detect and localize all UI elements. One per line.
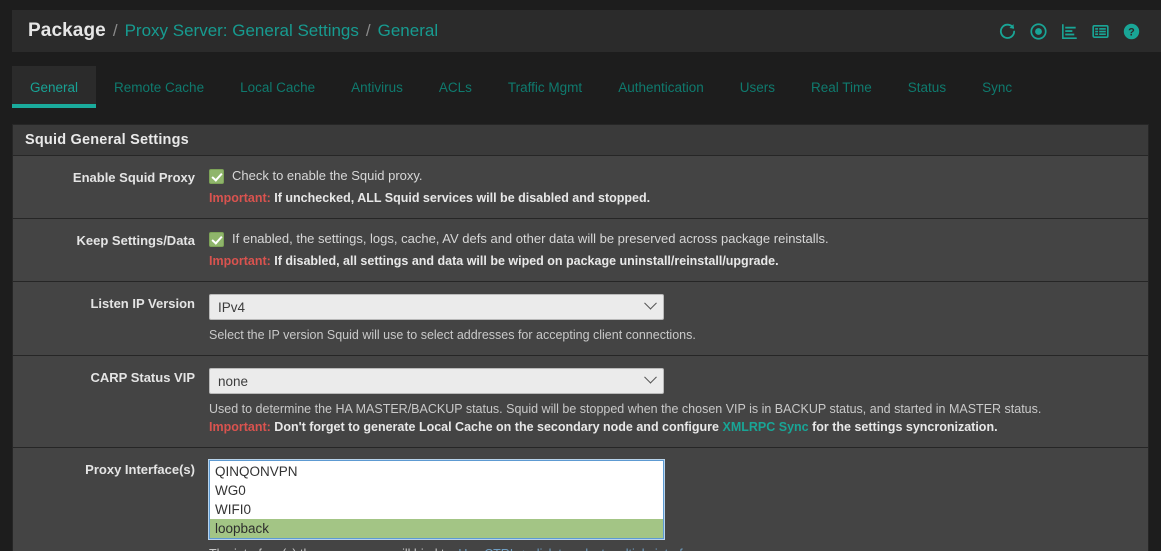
tab-label: Sync bbox=[982, 79, 1013, 95]
breadcrumb-current: General bbox=[377, 21, 439, 40]
carp-status-vip-note: Important: Don't forget to generate Loca… bbox=[209, 419, 1132, 436]
tab-label: Antivirus bbox=[351, 79, 403, 95]
field-listen-ip-version: IPv4 Select the IP version Squid will us… bbox=[209, 294, 1148, 344]
enable-squid-proxy-checkbox-line: Check to enable the Squid proxy. bbox=[209, 168, 1132, 184]
tab-label: General bbox=[30, 79, 79, 95]
proxy-interfaces-help: The interface(s) the proxy server will b… bbox=[209, 546, 1132, 551]
page-title: Squid General Settings bbox=[25, 132, 189, 148]
tab-acls[interactable]: ACLs bbox=[421, 66, 490, 108]
keep-settings-data-note: Important: If disabled, all settings and… bbox=[209, 253, 1132, 270]
tab-remote-cache[interactable]: Remote Cache bbox=[96, 66, 222, 108]
row-listen-ip-version: Listen IP Version IPv4 Select the IP ver… bbox=[13, 282, 1148, 356]
listen-ip-version-help: Select the IP version Squid will use to … bbox=[209, 328, 696, 342]
important-text-after-link: for the settings syncronization. bbox=[812, 420, 998, 434]
breadcrumb-separator-2: / bbox=[365, 21, 371, 40]
header-icon-group: ? bbox=[998, 22, 1147, 41]
list-icon[interactable] bbox=[1091, 22, 1110, 41]
help-icon[interactable]: ? bbox=[1122, 22, 1141, 41]
tab-label: Authentication bbox=[618, 79, 704, 95]
xmlrpc-sync-link[interactable]: XMLRPC Sync bbox=[722, 420, 808, 434]
enable-squid-proxy-checkbox-label: Check to enable the Squid proxy. bbox=[232, 168, 423, 183]
label-carp-status-vip: CARP Status VIP bbox=[90, 370, 195, 385]
tab-status[interactable]: Status bbox=[890, 66, 964, 108]
label-listen-ip-version: Listen IP Version bbox=[90, 296, 195, 311]
field-keep-settings-data: If enabled, the settings, logs, cache, A… bbox=[209, 231, 1148, 270]
squid-general-settings-page: Package / Proxy Server: General Settings… bbox=[0, 0, 1161, 551]
enable-squid-proxy-note: Important: If unchecked, ALL Squid servi… bbox=[209, 190, 1132, 207]
tab-label: Remote Cache bbox=[114, 79, 205, 95]
breadcrumb-bar: Package / Proxy Server: General Settings… bbox=[12, 10, 1161, 52]
field-proxy-interfaces: QINQONVPN WG0 WIFI0 loopback The interfa… bbox=[208, 459, 1148, 551]
chevron-down-icon bbox=[644, 296, 657, 310]
row-keep-settings-data: Keep Settings/Data If enabled, the setti… bbox=[13, 219, 1148, 282]
tab-traffic-mgmt[interactable]: Traffic Mgmt bbox=[490, 66, 600, 108]
list-item-selected[interactable]: loopback bbox=[210, 519, 663, 538]
proxy-interfaces-help-text: The interface(s) the proxy server will b… bbox=[209, 547, 455, 551]
breadcrumb-separator-1: / bbox=[112, 21, 118, 40]
tab-users[interactable]: Users bbox=[722, 66, 793, 108]
row-enable-squid-proxy: Enable Squid Proxy Check to enable the S… bbox=[13, 156, 1148, 219]
chevron-down-icon bbox=[644, 370, 657, 384]
tab-label: Local Cache bbox=[240, 79, 316, 95]
keep-settings-checkbox-line: If enabled, the settings, logs, cache, A… bbox=[209, 231, 1132, 247]
tab-real-time[interactable]: Real Time bbox=[793, 66, 890, 108]
list-item[interactable]: WIFI0 bbox=[210, 500, 663, 519]
label-enable-squid-proxy: Enable Squid Proxy bbox=[72, 170, 195, 185]
row-carp-status-vip: CARP Status VIP none Used to determine t… bbox=[13, 356, 1148, 448]
important-text: If unchecked, ALL Squid services will be… bbox=[274, 191, 651, 205]
keep-settings-data-checkbox[interactable] bbox=[209, 232, 224, 247]
restart-service-icon[interactable] bbox=[998, 22, 1017, 41]
listen-ip-version-select[interactable]: IPv4 bbox=[209, 294, 664, 320]
squid-settings-panel: Squid General Settings Enable Squid Prox… bbox=[12, 124, 1149, 551]
row-proxy-interfaces: Proxy Interface(s) QINQONVPN WG0 WIFI0 l… bbox=[13, 448, 1148, 551]
label-proxy-interfaces: Proxy Interface(s) bbox=[85, 462, 195, 477]
list-item[interactable]: WG0 bbox=[210, 481, 663, 500]
list-item[interactable]: QINQONVPN bbox=[210, 462, 663, 481]
important-prefix: Important: bbox=[209, 254, 271, 268]
important-text-before-link: Don't forget to generate Local Cache on … bbox=[274, 420, 719, 434]
enable-squid-proxy-checkbox[interactable] bbox=[209, 169, 224, 184]
tab-antivirus[interactable]: Antivirus bbox=[333, 66, 421, 108]
important-prefix: Important: bbox=[209, 191, 271, 205]
label-keep-settings-data: Keep Settings/Data bbox=[76, 233, 195, 248]
tab-label: ACLs bbox=[438, 79, 472, 95]
tab-general[interactable]: General bbox=[12, 66, 97, 108]
ctrl-click-hint-link[interactable]: Use CTRL + click to select multiple inte… bbox=[458, 547, 712, 551]
proxy-interfaces-listbox[interactable]: QINQONVPN WG0 WIFI0 loopback bbox=[208, 459, 665, 540]
tab-label: Real Time bbox=[811, 79, 872, 95]
panel-heading: Squid General Settings bbox=[13, 125, 1148, 156]
carp-status-vip-select[interactable]: none bbox=[209, 368, 664, 394]
tab-authentication[interactable]: Authentication bbox=[600, 66, 722, 108]
svg-text:?: ? bbox=[1128, 26, 1135, 38]
tab-bar: General Remote Cache Local Cache Antivir… bbox=[12, 66, 1161, 108]
carp-status-vip-value: none bbox=[218, 373, 249, 389]
tab-label: Traffic Mgmt bbox=[507, 79, 583, 95]
important-prefix: Important: bbox=[209, 420, 271, 434]
breadcrumb: Package / Proxy Server: General Settings… bbox=[28, 20, 998, 42]
listen-ip-version-value: IPv4 bbox=[218, 299, 246, 315]
log-icon[interactable] bbox=[1060, 22, 1079, 41]
important-text: If disabled, all settings and data will … bbox=[274, 254, 779, 268]
stop-service-icon[interactable] bbox=[1029, 22, 1048, 41]
tab-label: Status bbox=[907, 79, 947, 95]
tab-label: Users bbox=[739, 79, 776, 95]
breadcrumb-root: Package bbox=[28, 20, 106, 41]
tab-local-cache[interactable]: Local Cache bbox=[222, 66, 333, 108]
tab-sync[interactable]: Sync bbox=[964, 66, 1030, 108]
carp-status-vip-help: Used to determine the HA MASTER/BACKUP s… bbox=[209, 402, 1042, 416]
breadcrumb-section-link[interactable]: Proxy Server: General Settings bbox=[125, 21, 359, 41]
keep-settings-data-checkbox-label: If enabled, the settings, logs, cache, A… bbox=[232, 231, 829, 246]
field-carp-status-vip: none Used to determine the HA MASTER/BAC… bbox=[209, 368, 1148, 436]
field-enable-squid-proxy: Check to enable the Squid proxy. Importa… bbox=[209, 168, 1148, 207]
